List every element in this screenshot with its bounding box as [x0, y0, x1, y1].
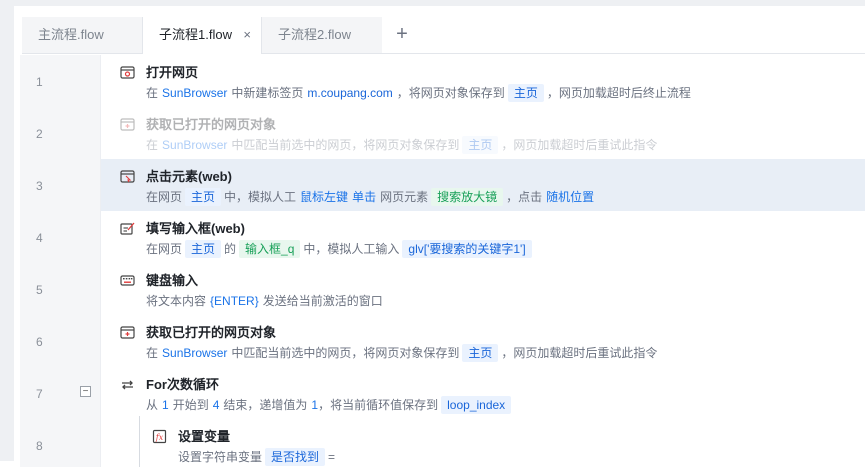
svg-text:fx: fx — [155, 433, 164, 442]
value-chip[interactable]: glv['要搜索的关键字1'] — [402, 240, 532, 258]
add-tab-icon[interactable]: + — [390, 17, 414, 53]
step-get-webpage[interactable]: 获取已打开的网页对象 在 SunBrowser 中匹配当前选中的网页，将网页对象保存… — [101, 315, 865, 367]
step-description: 设置字符串变量 是否找到 = — [178, 448, 336, 466]
line-number: 1 — [36, 75, 43, 89]
collapse-toggle-icon[interactable]: − — [80, 386, 91, 397]
step-title: 获取已打开的网页对象 — [146, 325, 277, 340]
line-number: 3 — [36, 179, 43, 193]
step-keyboard-input[interactable]: 键盘输入 将文本内容 {ENTER} 发送给当前激活的窗口 — [101, 263, 865, 315]
url-value: m.coupang.com — [307, 86, 393, 100]
line-number-gutter: 1 2 3 4 5 6 7 8 — [20, 55, 100, 467]
key-value: {ENTER} — [210, 294, 259, 308]
browser-window-icon — [120, 326, 135, 339]
window-left-strip — [0, 0, 14, 461]
step-open-webpage[interactable]: 打开网页 在 SunBrowser 中新建标签页 m.coupang.com ，将网页对… — [101, 55, 865, 107]
tab-subflow-2[interactable]: 子流程2.flow — [262, 17, 382, 53]
variable-chip[interactable]: 主页 — [185, 240, 222, 258]
element-chip[interactable]: 搜索放大镜 — [431, 188, 504, 206]
step-description: 在 SunBrowser 中新建标签页 m.coupang.com ，将网页对象保存到主… — [146, 84, 691, 102]
variable-chip[interactable]: 主页 — [462, 344, 499, 362]
variable-icon: fx — [152, 429, 167, 444]
step-title: 打开网页 — [146, 65, 199, 80]
close-icon[interactable]: × — [243, 17, 251, 53]
variable-chip[interactable]: 主页 — [185, 188, 222, 206]
line-number: 2 — [36, 127, 43, 141]
step-description: 在网页 主页的输入框_q 中，模拟人工输入 glv['要搜索的关键字1'] — [146, 240, 535, 258]
step-title: 键盘输入 — [146, 273, 199, 288]
browser-name: SunBrowser — [162, 86, 228, 100]
variable-chip[interactable]: 主页 — [462, 136, 499, 154]
edit-input-icon — [120, 222, 135, 235]
step-fill-input[interactable]: 填写输入框(web) 在网页 主页的输入框_q 中，模拟人工输入 glv['要搜索的关… — [101, 211, 865, 263]
step-for-loop[interactable]: For次数循环 从 1 开始到 4 结束，递增值为 1，将当前循环值保存到 loop_ind… — [101, 367, 865, 419]
step-title: 设置变量 — [178, 429, 231, 444]
line-number: 7 — [36, 387, 43, 401]
tab-main-flow[interactable]: 主流程.flow — [22, 17, 142, 53]
step-description: 在 SunBrowser 中匹配当前选中的网页，将网页对象保存到 主页 ，网页加载超时后… — [146, 344, 658, 362]
loop-icon — [122, 380, 133, 390]
line-number: 6 — [36, 335, 43, 349]
variable-chip[interactable]: loop_index — [441, 396, 512, 414]
step-description: 从 1 开始到 4 结束，递增值为 1，将当前循环值保存到 loop_index — [146, 396, 514, 414]
variable-chip[interactable]: 主页 — [507, 84, 544, 102]
step-description: 在 SunBrowser 中匹配当前选中的网页，将网页对象保存到 主页 ，网页加载超时后… — [146, 136, 658, 154]
browser-name: SunBrowser — [162, 346, 228, 360]
browser-window-icon — [120, 66, 135, 79]
tab-label: 主流程.flow — [38, 27, 104, 42]
keyboard-icon — [120, 275, 135, 286]
step-description: 在网页 主页 中，模拟人工 鼠标左键 单击 网页元素 搜索放大镜 ，点击 随机位置 — [146, 188, 595, 206]
browser-window-icon — [120, 118, 135, 131]
step-click-element[interactable]: 点击元素(web) 在网页 主页 中，模拟人工 鼠标左键 单击 网页元素 搜索放大镜 ，点击随… — [101, 159, 865, 211]
tab-bar: 主流程.flow 子流程1.flow × 子流程2.flow + — [22, 17, 865, 54]
step-title: For次数循环 — [146, 377, 219, 392]
line-number: 8 — [36, 439, 43, 453]
step-title: 获取已打开的网页对象 — [146, 117, 277, 132]
step-get-webpage-disabled[interactable]: 获取已打开的网页对象 在 SunBrowser 中匹配当前选中的网页，将网页对象保存… — [101, 107, 865, 159]
step-set-variable[interactable]: fx 设置变量 设置字符串变量 是否找到 = — [101, 419, 865, 471]
line-number: 4 — [36, 231, 43, 245]
element-chip[interactable]: 输入框_q — [239, 240, 301, 258]
tab-label: 子流程2.flow — [278, 27, 351, 42]
click-element-icon — [120, 170, 135, 183]
line-number: 5 — [36, 283, 43, 297]
tab-label: 子流程1.flow — [159, 27, 232, 42]
step-title: 点击元素(web) — [146, 169, 232, 184]
tab-subflow-1[interactable]: 子流程1.flow × — [142, 17, 262, 54]
step-description: 将文本内容 {ENTER} 发送给当前激活的窗口 — [146, 294, 383, 308]
editor-panel: 主流程.flow 子流程1.flow × 子流程2.flow + 1 2 3 4… — [14, 6, 865, 467]
step-title: 填写输入框(web) — [146, 221, 245, 236]
variable-chip[interactable]: 是否找到 — [265, 448, 326, 466]
